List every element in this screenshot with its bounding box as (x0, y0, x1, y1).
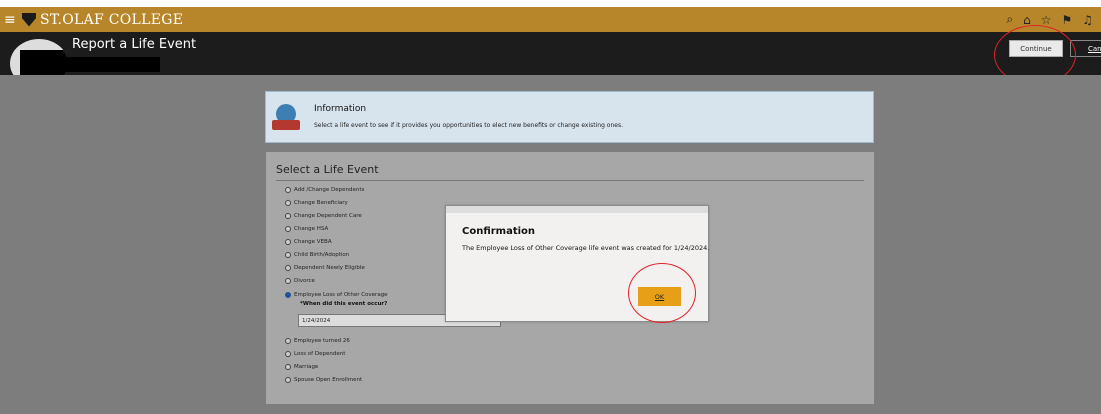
information-title: Information (314, 104, 367, 114)
information-box: Information Select a life event to see i… (265, 91, 874, 143)
radio-button[interactable] (285, 351, 291, 357)
radio-button[interactable] (285, 213, 291, 219)
option-label: Dependent Newly Eligible (294, 265, 365, 271)
bell-icon[interactable]: ♫ (1082, 13, 1093, 27)
date-question-label: *When did this event occur? (300, 301, 388, 307)
option-label: Spouse Open Enrollment (294, 377, 363, 383)
option-label: Change VEBA (294, 239, 332, 245)
life-event-option[interactable]: Add /Change Dependents (285, 185, 364, 195)
life-event-option[interactable]: Change Dependent Care (285, 211, 362, 221)
option-label: Change HSA (294, 226, 329, 232)
life-event-option[interactable]: Spouse Open Enrollment (285, 375, 362, 385)
option-label: Change Beneficiary (294, 200, 348, 206)
user-name-redaction (64, 57, 160, 72)
radio-button[interactable] (285, 278, 291, 284)
life-event-option[interactable]: Loss of Dependent (285, 349, 345, 359)
life-event-option[interactable]: Change VEBA (285, 237, 332, 247)
option-label: Loss of Dependent (294, 351, 346, 357)
radio-button-checked[interactable] (285, 292, 291, 298)
option-label: Marriage (294, 364, 319, 370)
option-label: Employee turned 26 (294, 338, 350, 344)
dialog-message: The Employee Loss of Other Coverage life… (462, 244, 710, 252)
information-text: Select a life event to see if it provide… (314, 122, 623, 129)
radio-button[interactable] (285, 252, 291, 258)
life-event-option[interactable]: Marriage (285, 362, 318, 372)
panel-title: Select a Life Event (276, 163, 379, 176)
search-icon[interactable]: ⌕ (1006, 12, 1013, 27)
radio-button[interactable] (285, 338, 291, 344)
life-event-option[interactable]: Dependent Newly Eligible (285, 263, 365, 273)
life-event-option[interactable]: Change Beneficiary (285, 198, 348, 208)
top-bar: ≡ ST.OLAF COLLEGE ⌕ ⌂ ☆ ⚑ ♫ (0, 0, 1101, 32)
dialog-title-bar[interactable] (446, 206, 708, 213)
life-event-option[interactable]: Child Birth/Adoption (285, 250, 349, 260)
life-event-option[interactable]: Change HSA (285, 224, 328, 234)
radio-button[interactable] (285, 226, 291, 232)
hamburger-icon[interactable]: ≡ (4, 13, 18, 27)
radio-button[interactable] (285, 200, 291, 206)
option-label: Divorce (294, 278, 315, 284)
radio-button[interactable] (285, 187, 291, 193)
option-label: Change Dependent Care (294, 213, 362, 219)
event-date-value: 1/24/2024 (302, 317, 331, 324)
panel-divider (276, 180, 864, 181)
annotation-circle-ok (628, 263, 696, 323)
book-icon (272, 120, 300, 130)
dialog-title: Confirmation (462, 226, 536, 237)
life-event-option-selected[interactable]: Employee Loss of Other Coverage (285, 290, 388, 300)
page-title: Report a Life Event (72, 37, 197, 52)
star-icon[interactable]: ☆ (1041, 13, 1052, 27)
life-event-option[interactable]: Employee turned 26 (285, 336, 350, 346)
brand-logo[interactable]: ≡ ST.OLAF COLLEGE (0, 7, 183, 32)
radio-button[interactable] (285, 239, 291, 245)
option-label: Employee Loss of Other Coverage (294, 292, 388, 298)
brand-name: ST.OLAF COLLEGE (40, 11, 184, 28)
radio-button[interactable] (285, 265, 291, 271)
option-label: Add /Change Dependents (294, 187, 365, 193)
radio-button[interactable] (285, 377, 291, 383)
flag-icon[interactable]: ⚑ (1061, 13, 1072, 27)
radio-button[interactable] (285, 364, 291, 370)
option-label: Child Birth/Adoption (294, 252, 350, 258)
shield-logo-icon (22, 12, 36, 27)
life-event-option[interactable]: Divorce (285, 276, 315, 286)
